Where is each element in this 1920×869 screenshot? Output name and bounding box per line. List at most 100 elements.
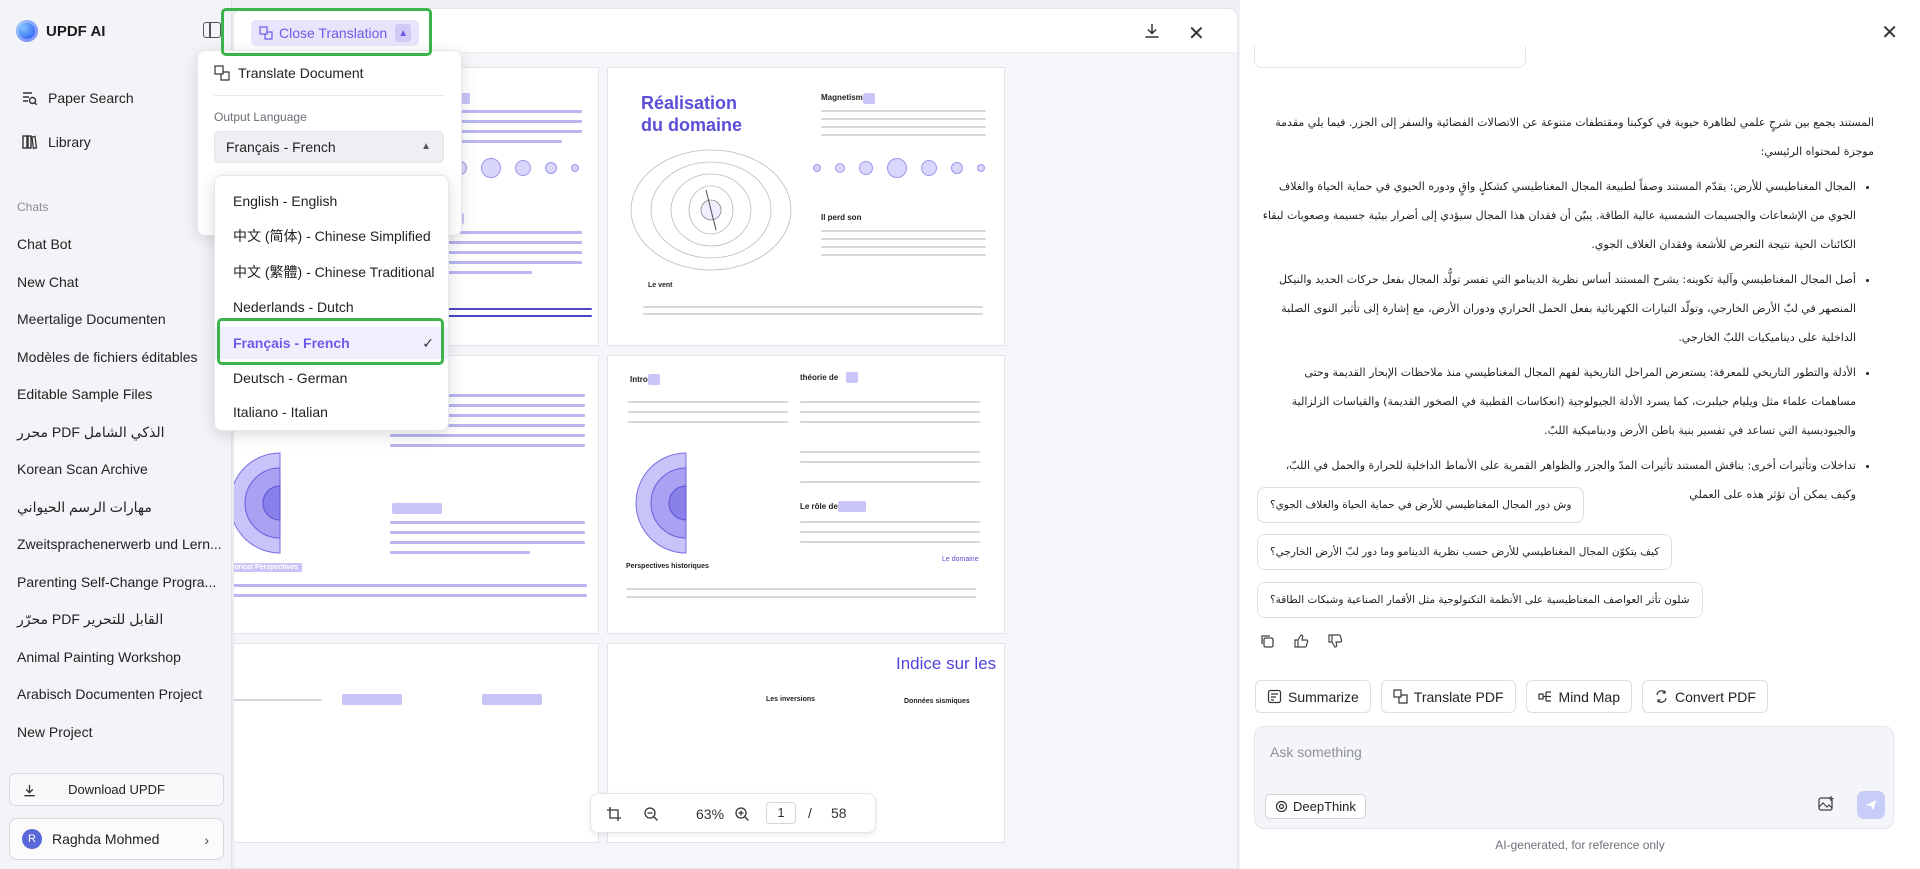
convert-icon [1656, 690, 1667, 703]
language-option[interactable]: Deutsch - German [215, 362, 448, 394]
text-line [800, 411, 980, 413]
page-heading: Le vent [648, 282, 673, 289]
zoom-level[interactable]: 63% [696, 806, 724, 822]
chevron-right-icon: › [204, 832, 209, 848]
text-line [390, 434, 585, 437]
brand: UPDF AI [16, 20, 105, 42]
page-heading: Historical Perspectives [234, 563, 303, 572]
text-line [800, 461, 980, 463]
answer-intro: المستند يجمع بين شرحٍ علمي لظاهرة حيوية … [1275, 116, 1874, 158]
suggested-question[interactable]: كيف يتكوّن المجال المغناطيسي للأرض حسب ن… [1257, 534, 1673, 570]
action-label: Convert PDF [1675, 688, 1756, 705]
suggested-question[interactable]: وش دور المجال المغناطيسي للأرض في حماية … [1257, 487, 1585, 523]
chat-item[interactable]: Zweitsprachenerwerb und Lern... [7, 526, 225, 564]
text-line [800, 401, 980, 403]
action-label: Summarize [1288, 688, 1359, 705]
translate-document-item[interactable]: Translate Document [214, 65, 364, 81]
language-option[interactable]: Italiano - Italian [215, 396, 448, 428]
page-number-input[interactable]: 1 [766, 802, 796, 824]
download-icon [24, 784, 35, 797]
page-heading: Il perd son [821, 213, 862, 222]
text-line [628, 411, 788, 413]
answer-bullet: أصل المجال المغناطيسي وآلية تكوينه: يشرح… [1259, 265, 1856, 352]
page-heading: Le rôle de [800, 502, 838, 511]
text-line [821, 110, 986, 112]
nav-label: Library [48, 134, 91, 150]
text-line [626, 596, 976, 598]
user-card[interactable]: R Raghda Mohmed › [9, 818, 224, 860]
chat-item[interactable]: Meertalige Documenten [7, 301, 225, 339]
text-line [821, 238, 986, 240]
text-line [390, 551, 530, 554]
chat-item[interactable]: New Chat [7, 264, 225, 302]
language-option[interactable]: 中文 (繁體) - Chinese Traditional [215, 256, 448, 288]
total-pages: 58 [831, 805, 847, 821]
translate-pdf-button[interactable]: Translate PDF [1380, 680, 1516, 713]
image-upload-icon[interactable] [1817, 795, 1835, 813]
chat-item[interactable]: Chat Bot [7, 226, 225, 264]
zoom-in-icon[interactable] [734, 806, 750, 822]
page-heading: Données sismiques [904, 698, 970, 705]
text-line [821, 230, 986, 232]
convert-pdf-button[interactable]: Convert PDF [1642, 680, 1768, 713]
page-heading-tag [863, 93, 875, 104]
summarize-button[interactable]: Summarize [1255, 680, 1371, 713]
text-line [800, 541, 980, 543]
chat-item[interactable]: Korean Scan Archive [7, 451, 225, 489]
page-thumbnail[interactable] [234, 643, 599, 843]
close-icon[interactable]: ✕ [1188, 21, 1205, 46]
chat-item[interactable]: Arabisch Documenten Project [7, 676, 225, 714]
text-line [628, 421, 788, 423]
language-option[interactable]: 中文 (简体) - Chinese Simplified [215, 220, 448, 252]
download-updf-button[interactable]: Download UPDF [9, 773, 224, 806]
chat-item[interactable]: محرّر PDF القابل للتحرير [7, 601, 225, 639]
text-line [628, 401, 788, 403]
text-line [234, 699, 322, 701]
nav-paper-search[interactable]: Paper Search [10, 76, 222, 120]
chat-item[interactable]: Editable Sample Files [7, 376, 225, 414]
chat-item[interactable]: New Project [7, 714, 225, 752]
text-line [234, 584, 587, 587]
page-thumbnail[interactable]: Intro théorie de Le rôle de Le domaine P… [607, 355, 1005, 634]
download-label: Download UPDF [68, 782, 165, 797]
fit-page-icon[interactable] [606, 806, 622, 822]
highlight-close-translation [221, 8, 432, 56]
output-language-select[interactable]: Français - French ▲ [214, 131, 444, 163]
thumbs-down-icon[interactable] [1327, 633, 1343, 649]
chat-item[interactable]: Animal Painting Workshop [7, 639, 225, 677]
ask-input[interactable]: Ask something [1270, 744, 1362, 760]
page-heading: Le domaine [942, 556, 979, 563]
copy-icon[interactable] [1259, 633, 1275, 649]
page-heading: théorie de [800, 373, 839, 382]
zoom-out-icon[interactable] [643, 806, 659, 822]
output-language-label: Output Language [214, 110, 307, 124]
chat-item[interactable]: مهارات الرسم الحيواني [7, 489, 225, 527]
chat-item[interactable]: محرر PDF الذكي الشامل [7, 414, 225, 452]
chat-item[interactable]: Parenting Self-Change Progra... [7, 564, 225, 602]
collapse-sidebar-icon[interactable] [203, 22, 221, 38]
text-line [821, 246, 986, 248]
text-line [800, 421, 980, 423]
ask-input-box[interactable]: Ask something DeepThink [1254, 726, 1894, 829]
page-heading: Les inversions [766, 696, 816, 703]
language-option[interactable]: English - English [215, 185, 448, 217]
page-heading-tag [648, 374, 660, 385]
chats-header: Chats [17, 200, 49, 214]
download-icon[interactable] [1143, 22, 1161, 40]
send-button[interactable] [1857, 791, 1885, 819]
user-name: Raghda Mohmed [52, 831, 160, 847]
thumbs-up-icon[interactable] [1293, 633, 1309, 649]
page-thumbnail[interactable]: Réalisation du domaine Magnetisme Il per… [607, 67, 1005, 346]
mind-map-button[interactable]: Mind Map [1525, 680, 1632, 713]
text-line [390, 521, 585, 524]
chat-item[interactable]: Modèles de fichiers éditables [7, 339, 225, 377]
nav-label: Paper Search [48, 90, 134, 106]
highlight-french-option [217, 318, 444, 365]
selected-language: Français - French [226, 139, 336, 155]
quick-actions: Summarize Translate PDF Mind Map Convert… [1255, 680, 1768, 713]
close-icon[interactable]: ✕ [1881, 20, 1898, 45]
nav-library[interactable]: Library [10, 120, 222, 164]
suggested-question[interactable]: شلون تأثر العواصف المغناطيسية على الأنظم… [1257, 582, 1703, 618]
library-icon [22, 135, 38, 150]
deepthink-toggle[interactable]: DeepThink [1265, 794, 1366, 819]
